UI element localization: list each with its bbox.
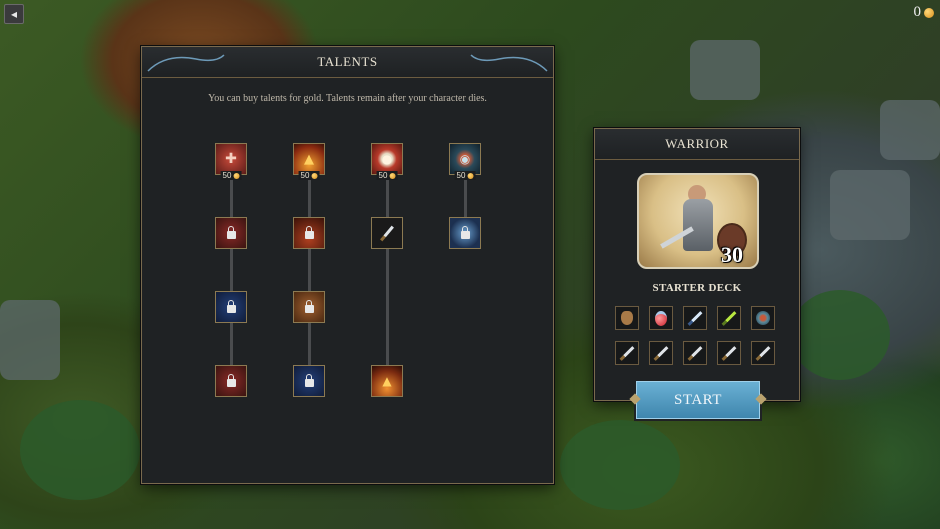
- start-button[interactable]: START: [636, 381, 760, 419]
- sword-icon: [653, 345, 669, 361]
- deck-card-potion[interactable]: [649, 306, 673, 330]
- lock-icon: [226, 226, 236, 239]
- talent-orb[interactable]: ◉ 50: [449, 143, 481, 180]
- deck-card-poison-dagger[interactable]: [717, 306, 741, 330]
- gold-coin-icon: [467, 172, 474, 179]
- talent-locked[interactable]: [215, 291, 247, 323]
- sword-icon: [380, 225, 394, 241]
- lock-icon: [304, 374, 314, 387]
- rock-decoration: [690, 40, 760, 100]
- talent-sword[interactable]: [371, 217, 403, 249]
- rock-decoration: [880, 100, 940, 160]
- starter-deck-title: STARTER DECK: [652, 282, 742, 294]
- deck-card-sword[interactable]: [683, 341, 707, 365]
- flourish-right-icon: [470, 54, 548, 72]
- talents-description: You can buy talents for gold. Talents re…: [208, 93, 487, 104]
- lock-icon: [304, 226, 314, 239]
- talent-locked-fire[interactable]: [293, 217, 325, 249]
- bush-decoration: [560, 420, 680, 510]
- sword-icon: [619, 345, 635, 361]
- warrior-title: WARRIOR: [665, 136, 729, 151]
- sword-icon: [755, 345, 771, 361]
- lock-icon: [460, 226, 470, 239]
- talent-price: 50: [220, 171, 242, 180]
- talent-bleeding-heart[interactable]: ✚ 50: [215, 143, 247, 180]
- lock-icon: [304, 300, 314, 313]
- dagger-icon: [687, 310, 703, 326]
- potion-icon: [655, 310, 667, 326]
- talent-locked[interactable]: [293, 291, 325, 323]
- fire-icon: ▲: [382, 374, 392, 388]
- fire-icon: ▲: [304, 151, 314, 167]
- sword-icon: [721, 345, 737, 361]
- deck-card-pouch[interactable]: [615, 306, 639, 330]
- fist-icon: ●: [381, 152, 393, 166]
- pouch-icon: [621, 311, 633, 325]
- gold-coin-icon: [924, 7, 934, 18]
- warrior-panel: WARRIOR 30 STARTER DECK: [594, 128, 800, 401]
- deck-card-sword[interactable]: [615, 341, 639, 365]
- deck-card-orb[interactable]: [751, 306, 775, 330]
- flourish-left-icon: [147, 54, 225, 72]
- talents-header: TALENTS: [142, 47, 553, 78]
- talent-connector: [230, 172, 233, 394]
- rock-decoration: [830, 170, 910, 240]
- deck-card-sword[interactable]: [751, 341, 775, 365]
- gold-counter: 0: [913, 4, 934, 21]
- talent-locked-frost[interactable]: [449, 217, 481, 249]
- deck-card-dagger[interactable]: [683, 306, 707, 330]
- bush-decoration: [790, 290, 890, 380]
- talent-price: 50: [376, 171, 398, 180]
- rock-decoration: [0, 300, 60, 380]
- talent-connector: [386, 172, 389, 394]
- gold-coin-icon: [389, 172, 396, 179]
- talent-price: 50: [298, 171, 320, 180]
- talent-fire[interactable]: ▲: [371, 365, 403, 397]
- back-button[interactable]: ◂: [4, 4, 24, 24]
- talents-title: TALENTS: [317, 54, 378, 69]
- talent-fist[interactable]: ● 50: [371, 143, 403, 180]
- gold-amount: 0: [913, 4, 922, 20]
- gold-coin-icon: [311, 172, 318, 179]
- bush-decoration: [20, 400, 140, 500]
- warrior-header: WARRIOR: [595, 129, 799, 160]
- talent-connector: [308, 172, 311, 394]
- warrior-level: 30: [721, 242, 743, 267]
- poison-dagger-icon: [721, 310, 737, 326]
- lock-icon: [226, 374, 236, 387]
- talent-locked[interactable]: [293, 365, 325, 397]
- lock-icon: [226, 300, 236, 313]
- talent-price: 50: [454, 171, 476, 180]
- bleeding-heart-icon: ✚: [225, 151, 237, 167]
- sword-icon: [687, 345, 703, 361]
- talents-panel: TALENTS You can buy talents for gold. Ta…: [141, 46, 554, 484]
- talent-locked-heart[interactable]: [215, 217, 247, 249]
- deck-card-sword[interactable]: [717, 341, 741, 365]
- talent-fire[interactable]: ▲ 50: [293, 143, 325, 180]
- knight-armor-icon: [683, 199, 713, 251]
- gold-coin-icon: [233, 172, 240, 179]
- arrow-left-icon: ◂: [10, 7, 18, 21]
- talent-locked-heart[interactable]: [215, 365, 247, 397]
- orb-icon: [756, 311, 770, 325]
- orb-icon: ◉: [459, 152, 471, 166]
- deck-card-sword[interactable]: [649, 341, 673, 365]
